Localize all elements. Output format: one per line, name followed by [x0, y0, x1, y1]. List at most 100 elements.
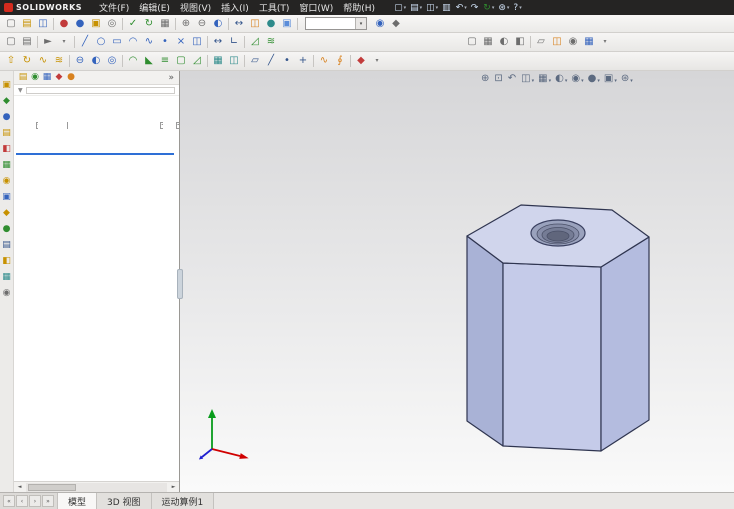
headsup-button[interactable]: ⊕ [480, 73, 491, 85]
toolbar-button[interactable]: ◫ [247, 16, 263, 31]
toolbar-button[interactable]: ▭ [109, 35, 125, 50]
side-toolbar-button[interactable]: ◉ [1, 288, 13, 299]
toolbar-button[interactable]: ↻ [19, 54, 35, 69]
triad-y-arrow-icon[interactable] [208, 409, 216, 418]
toolbar-button[interactable]: ▱ [533, 35, 549, 50]
quick-button[interactable]: ↶▾ [454, 2, 469, 14]
panel-splitter-handle[interactable] [177, 269, 183, 299]
toolbar-button[interactable]: ◫ [549, 35, 565, 50]
tree-item[interactable]: + ◎ M18 螺纹孔1 [163, 119, 179, 132]
toolbar-button[interactable]: ▦ [581, 35, 597, 50]
next-study-button[interactable]: › [29, 495, 41, 507]
expander-toggle[interactable]: + [176, 122, 179, 129]
toolbar-button[interactable]: ▦ [210, 54, 226, 69]
side-toolbar-button[interactable]: ▤ [1, 240, 13, 251]
panel-tab-button[interactable]: ● [65, 72, 77, 84]
toolbar-button[interactable]: ▾ [56, 35, 72, 50]
headsup-button[interactable]: ◉▾ [570, 73, 584, 85]
quick-button[interactable]: ⊛▾ [496, 2, 511, 14]
toolbar-combobox[interactable]: ▾ [305, 17, 367, 30]
toolbar-button[interactable]: ▢ [3, 16, 19, 31]
headsup-button[interactable]: ⊛▾ [620, 73, 634, 85]
tree-item[interactable]: ◉ 传感器 [38, 119, 53, 132]
triad-x-arrow-icon[interactable] [239, 453, 248, 459]
toolbar-button[interactable]: ◉ [372, 16, 388, 31]
menu-edit[interactable]: 编辑(E) [134, 1, 175, 14]
panel-more-chevron-icon[interactable]: » [168, 73, 176, 83]
toolbar-button[interactable]: ◫ [226, 54, 242, 69]
toolbar-button[interactable]: ▦ [157, 16, 173, 31]
toolbar-button[interactable]: ↔ [210, 35, 226, 50]
scroll-left-icon[interactable]: ◄ [14, 482, 25, 492]
quick-button[interactable]: ▤▾ [408, 2, 424, 14]
tree-item[interactable]: ≡ 材质 <未指定> [68, 119, 85, 132]
panel-horizontal-scrollbar[interactable]: ◄ ► [14, 481, 179, 492]
quick-button[interactable]: ↻▾ [481, 2, 496, 14]
part-right-face[interactable] [601, 237, 649, 451]
toolbar-button[interactable]: ⊖ [72, 54, 88, 69]
tree-item[interactable]: ▱ 前视基准面 [85, 119, 101, 132]
side-toolbar-button[interactable]: ◧ [1, 256, 13, 267]
toolbar-button[interactable]: ∟ [226, 35, 242, 50]
menu-tools[interactable]: 工具(T) [254, 1, 295, 14]
toolbar-button[interactable]: ◆ [353, 54, 369, 69]
part-front-face[interactable] [503, 263, 601, 451]
side-toolbar-button[interactable]: ◆ [1, 208, 13, 219]
headsup-button[interactable]: ⊡ [493, 73, 504, 85]
toolbar-button[interactable]: ▤ [19, 16, 35, 31]
tree-filter-input[interactable] [26, 87, 175, 94]
toolbar-button[interactable]: ▾ [597, 35, 613, 50]
menu-file[interactable]: 文件(F) [94, 1, 134, 14]
tree-item[interactable]: + ◧ 凸台-拉伸1 [147, 119, 163, 132]
headsup-button[interactable]: ▦▾ [537, 73, 552, 85]
toolbar-button[interactable]: ↔ [231, 16, 247, 31]
panel-tab-button[interactable]: ◉ [29, 72, 41, 84]
toolbar-button[interactable]: ◎ [104, 16, 120, 31]
side-toolbar-button[interactable]: ▦ [1, 160, 13, 171]
toolbar-button[interactable]: ✓ [125, 16, 141, 31]
menu-insert[interactable]: 插入(I) [216, 1, 254, 14]
triad-z-axis[interactable] [202, 449, 212, 457]
panel-tab-button[interactable]: ▦ [41, 72, 53, 84]
scroll-right-icon[interactable]: ► [168, 482, 179, 492]
part-left-face[interactable] [467, 236, 503, 446]
scrollbar-track[interactable] [26, 483, 167, 492]
toolbar-button[interactable]: ● [72, 16, 88, 31]
toolbar-button[interactable]: ⊖ [194, 16, 210, 31]
quick-button[interactable]: ◫▾ [424, 2, 440, 14]
tree-item[interactable]: + A 注解 [54, 119, 69, 132]
toolbar-button[interactable]: ▾ [369, 54, 385, 69]
toolbar-button[interactable]: ╱ [263, 54, 279, 69]
toolbar-button[interactable]: ∮ [332, 54, 348, 69]
tree-item[interactable]: ▱ 右视基准面 [116, 119, 132, 132]
toolbar-button[interactable]: • [279, 54, 295, 69]
side-toolbar-button[interactable]: ◧ [1, 144, 13, 155]
first-study-button[interactable]: « [3, 495, 15, 507]
headsup-button[interactable]: ◐▾ [554, 73, 568, 85]
headsup-button[interactable]: ◫▾ [520, 73, 535, 85]
toolbar-button[interactable]: ▢ [3, 35, 19, 50]
toolbar-button[interactable]: ○ [93, 35, 109, 50]
side-toolbar-button[interactable]: ▤ [1, 128, 13, 139]
quick-button[interactable]: ▥ [440, 2, 454, 14]
side-toolbar-button[interactable]: ▣ [1, 80, 13, 91]
last-study-button[interactable]: » [42, 495, 54, 507]
toolbar-button[interactable]: ▣ [88, 16, 104, 31]
tree-item[interactable]: + ▤ 历史记录 [23, 119, 38, 132]
toolbar-button[interactable]: ∿ [141, 35, 157, 50]
toolbar-button[interactable]: ◠ [125, 35, 141, 50]
toolbar-button[interactable]: ◣ [141, 54, 157, 69]
toolbar-button[interactable]: ▦ [480, 35, 496, 50]
side-toolbar-button[interactable]: ▦ [1, 272, 13, 283]
panel-tab-button[interactable]: ▤ [17, 72, 29, 84]
side-toolbar-button[interactable]: ▣ [1, 192, 13, 203]
headsup-button[interactable]: ●▾ [587, 73, 601, 85]
toolbar-button[interactable]: + [295, 54, 311, 69]
tree-item[interactable]: ▱ 上视基准面 [101, 119, 117, 132]
tab-3d-views[interactable]: 3D 视图 [97, 493, 152, 509]
quick-button[interactable]: ?▾ [511, 2, 523, 14]
panel-tab-button[interactable]: ◆ [53, 72, 65, 84]
toolbar-button[interactable]: ⇧ [3, 54, 19, 69]
toolbar-button[interactable]: ► [40, 35, 56, 50]
toolbar-button[interactable]: ◠ [125, 54, 141, 69]
